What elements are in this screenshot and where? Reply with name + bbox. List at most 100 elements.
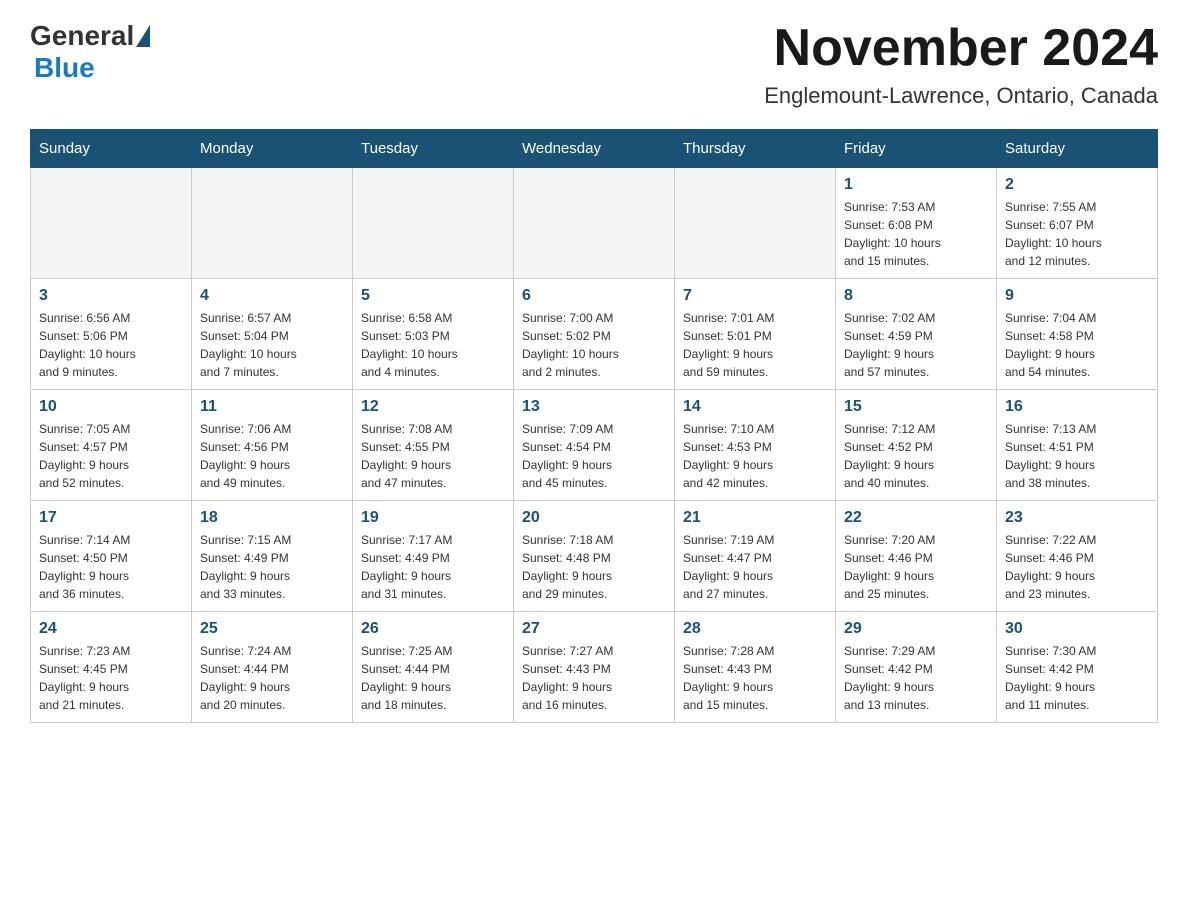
day-number: 20 [522, 509, 666, 527]
day-info: Sunrise: 7:10 AM Sunset: 4:53 PM Dayligh… [683, 420, 827, 492]
month-title: November 2024 [764, 20, 1158, 77]
calendar-cell: 27 Sunrise: 7:27 AM Sunset: 4:43 PM Dayli… [514, 612, 675, 723]
calendar-week-row: 3 Sunrise: 6:56 AM Sunset: 5:06 PM Daylig… [31, 279, 1158, 390]
calendar-cell: 26Sunrise: 7:25 AM Sunset: 4:44 PM Dayli… [353, 612, 514, 723]
day-number: 5 [361, 287, 505, 305]
calendar-cell: 9 Sunrise: 7:04 AM Sunset: 4:58 PM Daylig… [997, 279, 1158, 390]
day-number: 24 [39, 620, 183, 638]
day-info: Sunrise: 6:56 AM Sunset: 5:06 PM Dayligh… [39, 309, 183, 381]
day-info: Sunrise: 7:28 AM Sunset: 4:43 PM Dayligh… [683, 642, 827, 714]
calendar-cell: 12 Sunrise: 7:08 AM Sunset: 4:55 PM Dayli… [353, 390, 514, 501]
calendar-cell [353, 168, 514, 279]
day-number: 29 [844, 620, 988, 638]
day-info: Sunrise: 7:17 AM Sunset: 4:49 PM Dayligh… [361, 531, 505, 603]
day-number: 25 [200, 620, 344, 638]
weekday-header-monday: Monday [192, 130, 353, 168]
day-number: 14 [683, 398, 827, 416]
calendar-cell: 22Sunrise: 7:20 AM Sunset: 4:46 PM Dayli… [836, 501, 997, 612]
day-info: Sunrise: 7:08 AM Sunset: 4:55 PM Dayligh… [361, 420, 505, 492]
day-number: 13 [522, 398, 666, 416]
calendar-week-row: 1 Sunrise: 7:53 AM Sunset: 6:08 PM Daylig… [31, 168, 1158, 279]
calendar-cell: 11 Sunrise: 7:06 AM Sunset: 4:56 PM Dayli… [192, 390, 353, 501]
day-info: Sunrise: 7:12 AM Sunset: 4:52 PM Dayligh… [844, 420, 988, 492]
calendar-cell [192, 168, 353, 279]
day-info: Sunrise: 7:18 AM Sunset: 4:48 PM Dayligh… [522, 531, 666, 603]
day-info: Sunrise: 7:15 AM Sunset: 4:49 PM Dayligh… [200, 531, 344, 603]
logo-triangle-icon [136, 25, 150, 47]
day-info: Sunrise: 7:14 AM Sunset: 4:50 PM Dayligh… [39, 531, 183, 603]
day-number: 23 [1005, 509, 1149, 527]
calendar-cell: 2 Sunrise: 7:55 AM Sunset: 6:07 PM Daylig… [997, 168, 1158, 279]
logo-blue-text: Blue [34, 52, 95, 83]
day-info: Sunrise: 7:05 AM Sunset: 4:57 PM Dayligh… [39, 420, 183, 492]
calendar-cell: 19 Sunrise: 7:17 AM Sunset: 4:49 PM Dayli… [353, 501, 514, 612]
day-number: 9 [1005, 287, 1149, 305]
day-number: 19 [361, 509, 505, 527]
day-number: 2 [1005, 176, 1149, 194]
day-info: Sunrise: 7:55 AM Sunset: 6:07 PM Dayligh… [1005, 198, 1149, 270]
calendar-cell: 5 Sunrise: 6:58 AM Sunset: 5:03 PM Daylig… [353, 279, 514, 390]
day-number: 6 [522, 287, 666, 305]
day-number: 18 [200, 509, 344, 527]
weekday-header-tuesday: Tuesday [353, 130, 514, 168]
day-number: 17 [39, 509, 183, 527]
calendar-cell: 6 Sunrise: 7:00 AM Sunset: 5:02 PM Daylig… [514, 279, 675, 390]
day-number: 3 [39, 287, 183, 305]
day-info: Sunrise: 7:04 AM Sunset: 4:58 PM Dayligh… [1005, 309, 1149, 381]
day-number: 7 [683, 287, 827, 305]
day-info: Sunrise: 7:29 AM Sunset: 4:42 PM Dayligh… [844, 642, 988, 714]
calendar-week-row: 24Sunrise: 7:23 AM Sunset: 4:45 PM Dayli… [31, 612, 1158, 723]
calendar-cell: 18 Sunrise: 7:15 AM Sunset: 4:49 PM Dayli… [192, 501, 353, 612]
day-info: Sunrise: 7:00 AM Sunset: 5:02 PM Dayligh… [522, 309, 666, 381]
day-info: Sunrise: 7:20 AM Sunset: 4:46 PM Dayligh… [844, 531, 988, 603]
day-info: Sunrise: 6:58 AM Sunset: 5:03 PM Dayligh… [361, 309, 505, 381]
day-number: 28 [683, 620, 827, 638]
calendar-cell: 1 Sunrise: 7:53 AM Sunset: 6:08 PM Daylig… [836, 168, 997, 279]
weekday-header-saturday: Saturday [997, 130, 1158, 168]
calendar-cell: 28 Sunrise: 7:28 AM Sunset: 4:43 PM Dayli… [675, 612, 836, 723]
logo-area: General Blue [30, 20, 152, 84]
calendar-cell: 13 Sunrise: 7:09 AM Sunset: 4:54 PM Dayli… [514, 390, 675, 501]
calendar-cell: 24Sunrise: 7:23 AM Sunset: 4:45 PM Dayli… [31, 612, 192, 723]
calendar-cell: 10 Sunrise: 7:05 AM Sunset: 4:57 PM Dayli… [31, 390, 192, 501]
logo-general-text: General [30, 20, 134, 52]
calendar-cell: 17 Sunrise: 7:14 AM Sunset: 4:50 PM Dayli… [31, 501, 192, 612]
title-area: November 2024 Englemount-Lawrence, Ontar… [764, 20, 1158, 109]
calendar-cell: 23 Sunrise: 7:22 AM Sunset: 4:46 PM Dayli… [997, 501, 1158, 612]
day-info: Sunrise: 7:30 AM Sunset: 4:42 PM Dayligh… [1005, 642, 1149, 714]
day-info: Sunrise: 7:53 AM Sunset: 6:08 PM Dayligh… [844, 198, 988, 270]
calendar-cell [31, 168, 192, 279]
day-info: Sunrise: 7:22 AM Sunset: 4:46 PM Dayligh… [1005, 531, 1149, 603]
calendar-cell: 14 Sunrise: 7:10 AM Sunset: 4:53 PM Dayli… [675, 390, 836, 501]
day-number: 11 [200, 398, 344, 416]
calendar-cell: 7Sunrise: 7:01 AM Sunset: 5:01 PM Daylig… [675, 279, 836, 390]
calendar-cell: 30 Sunrise: 7:30 AM Sunset: 4:42 PM Dayli… [997, 612, 1158, 723]
calendar-cell [514, 168, 675, 279]
day-info: Sunrise: 7:19 AM Sunset: 4:47 PM Dayligh… [683, 531, 827, 603]
day-info: Sunrise: 7:13 AM Sunset: 4:51 PM Dayligh… [1005, 420, 1149, 492]
day-number: 26 [361, 620, 505, 638]
calendar-cell: 8Sunrise: 7:02 AM Sunset: 4:59 PM Daylig… [836, 279, 997, 390]
day-number: 10 [39, 398, 183, 416]
day-info: Sunrise: 7:06 AM Sunset: 4:56 PM Dayligh… [200, 420, 344, 492]
header: General Blue November 2024 Englemount-La… [30, 20, 1158, 109]
calendar-cell: 15Sunrise: 7:12 AM Sunset: 4:52 PM Dayli… [836, 390, 997, 501]
calendar-cell: 29 Sunrise: 7:29 AM Sunset: 4:42 PM Dayli… [836, 612, 997, 723]
day-info: Sunrise: 7:24 AM Sunset: 4:44 PM Dayligh… [200, 642, 344, 714]
logo: General [30, 20, 152, 52]
day-info: Sunrise: 7:27 AM Sunset: 4:43 PM Dayligh… [522, 642, 666, 714]
weekday-header-row: SundayMondayTuesdayWednesdayThursdayFrid… [31, 130, 1158, 168]
location-title: Englemount-Lawrence, Ontario, Canada [764, 83, 1158, 109]
day-number: 4 [200, 287, 344, 305]
weekday-header-friday: Friday [836, 130, 997, 168]
day-number: 12 [361, 398, 505, 416]
day-number: 8 [844, 287, 988, 305]
calendar-cell: 3 Sunrise: 6:56 AM Sunset: 5:06 PM Daylig… [31, 279, 192, 390]
day-number: 30 [1005, 620, 1149, 638]
day-info: Sunrise: 7:09 AM Sunset: 4:54 PM Dayligh… [522, 420, 666, 492]
day-number: 16 [1005, 398, 1149, 416]
calendar-cell: 25 Sunrise: 7:24 AM Sunset: 4:44 PM Dayli… [192, 612, 353, 723]
day-number: 27 [522, 620, 666, 638]
day-number: 21 [683, 509, 827, 527]
day-number: 1 [844, 176, 988, 194]
